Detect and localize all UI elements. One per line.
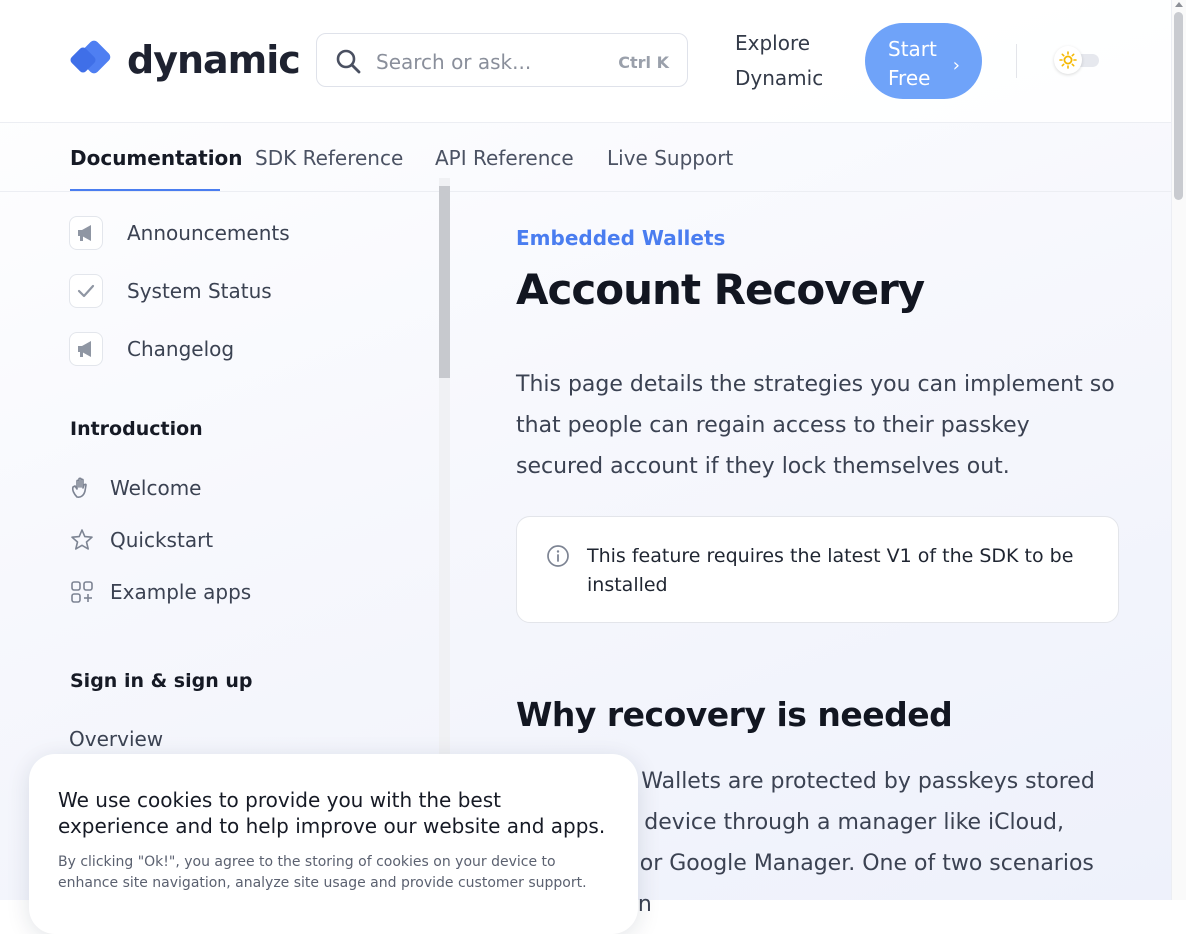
sidebar-item-label: Welcome [110, 476, 202, 500]
tab-live-support[interactable]: Live Support [607, 146, 733, 170]
search-input[interactable]: Search or ask... Ctrl K [316, 33, 688, 87]
section-heading: Why recovery is needed [516, 695, 953, 734]
scroll-up-arrow-icon[interactable] [1175, 2, 1183, 7]
top-header: dynamic Search or ask... Ctrl K Explore … [0, 0, 1171, 123]
page-title: Account Recovery [516, 265, 925, 314]
header-divider [1016, 44, 1017, 78]
sidebar-section-introduction: Introduction [70, 418, 203, 440]
info-icon [547, 545, 569, 567]
theme-toggle[interactable] [1054, 46, 1099, 74]
sidebar-item-system-status[interactable]: System Status [69, 274, 272, 308]
info-callout: This feature requires the latest V1 of t… [516, 516, 1119, 623]
sidebar-section-sign-in: Sign in & sign up [70, 670, 253, 692]
star-icon [69, 527, 95, 553]
chevron-right-icon: › [952, 55, 960, 76]
sidebar-item-example-apps[interactable]: Example apps [69, 579, 251, 605]
sidebar-item-label: Quickstart [110, 528, 214, 552]
tab-documentation[interactable]: Documentation [70, 146, 243, 170]
sidebar-item-changelog[interactable]: Changelog [69, 332, 234, 366]
check-icon [69, 274, 103, 308]
toggle-knob [1054, 46, 1082, 74]
start-free-label: Start Free [888, 37, 937, 90]
page-scrollbar-thumb[interactable] [1174, 12, 1183, 200]
search-shortcut: Ctrl K [618, 53, 669, 72]
cookie-detail: By clicking "Ok!", you agree to the stor… [58, 854, 587, 891]
docs-tabs: Documentation SDK Reference API Referenc… [0, 123, 1171, 192]
intro-paragraph: This page details the strategies you can… [516, 372, 1115, 479]
waving-hand-icon [69, 475, 95, 501]
tab-api-reference[interactable]: API Reference [435, 146, 574, 170]
sidebar-item-label: Changelog [127, 337, 235, 361]
sidebar-item-label: Announcements [127, 221, 290, 245]
logo[interactable]: dynamic [69, 38, 301, 82]
megaphone-icon [69, 332, 103, 366]
sidebar-item-quickstart[interactable]: Quickstart [69, 527, 213, 553]
active-tab-indicator [70, 189, 220, 191]
tab-sdk-reference[interactable]: SDK Reference [255, 146, 403, 170]
apps-grid-icon [69, 579, 95, 605]
sidebar-item-label: Example apps [110, 580, 252, 604]
sidebar-item-label: Overview [69, 727, 164, 751]
logo-text: dynamic [127, 38, 301, 82]
megaphone-icon [69, 216, 103, 250]
cookie-headline: We use cookies to provide you with the b… [58, 788, 606, 838]
start-free-button[interactable]: Start Free › [865, 23, 982, 99]
search-placeholder: Search or ask... [376, 50, 532, 74]
sidebar-item-label: System Status [127, 279, 272, 303]
sidebar-item-welcome[interactable]: Welcome [69, 475, 201, 501]
sidebar-scrollbar-thumb[interactable] [439, 186, 450, 378]
explore-dynamic-link[interactable]: Explore Dynamic [735, 26, 845, 96]
sidebar-item-announcements[interactable]: Announcements [69, 216, 290, 250]
sun-icon [1059, 51, 1077, 69]
dynamic-logo-icon [70, 40, 111, 74]
callout-text: This feature requires the latest V1 of t… [587, 545, 1074, 596]
cookie-banner: We use cookies to provide you with the b… [29, 754, 638, 934]
sidebar-item-overview[interactable]: Overview [69, 727, 163, 751]
search-icon [336, 49, 361, 74]
breadcrumb[interactable]: Embedded Wallets [516, 226, 725, 250]
